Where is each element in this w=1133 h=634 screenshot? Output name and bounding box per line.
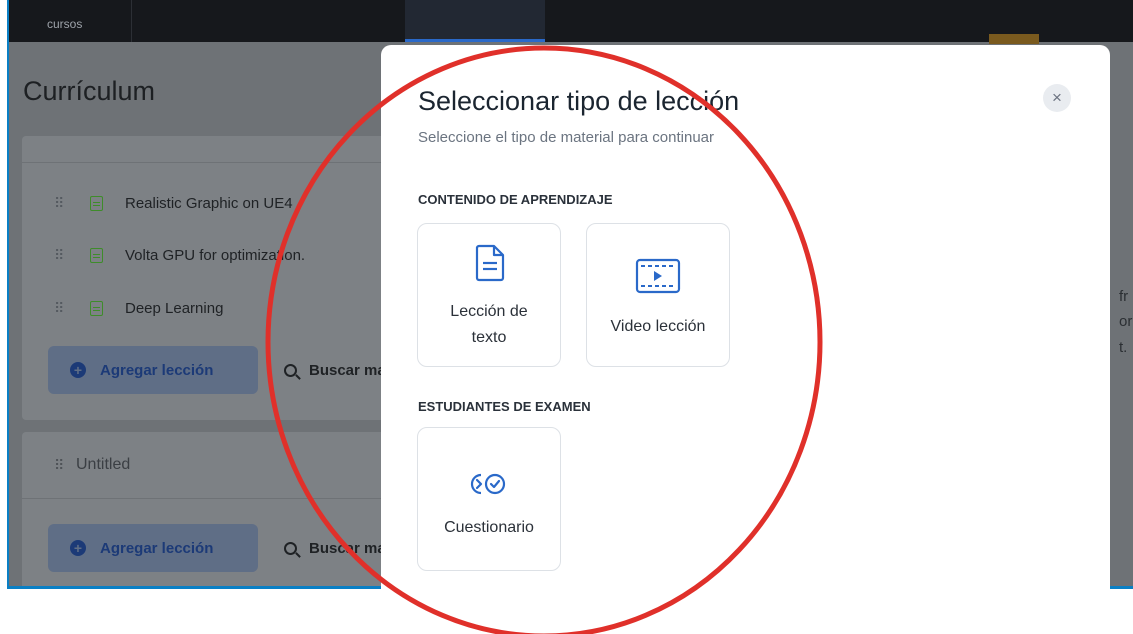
annotation-circle — [265, 45, 823, 634]
annotation-overlay — [265, 45, 823, 634]
